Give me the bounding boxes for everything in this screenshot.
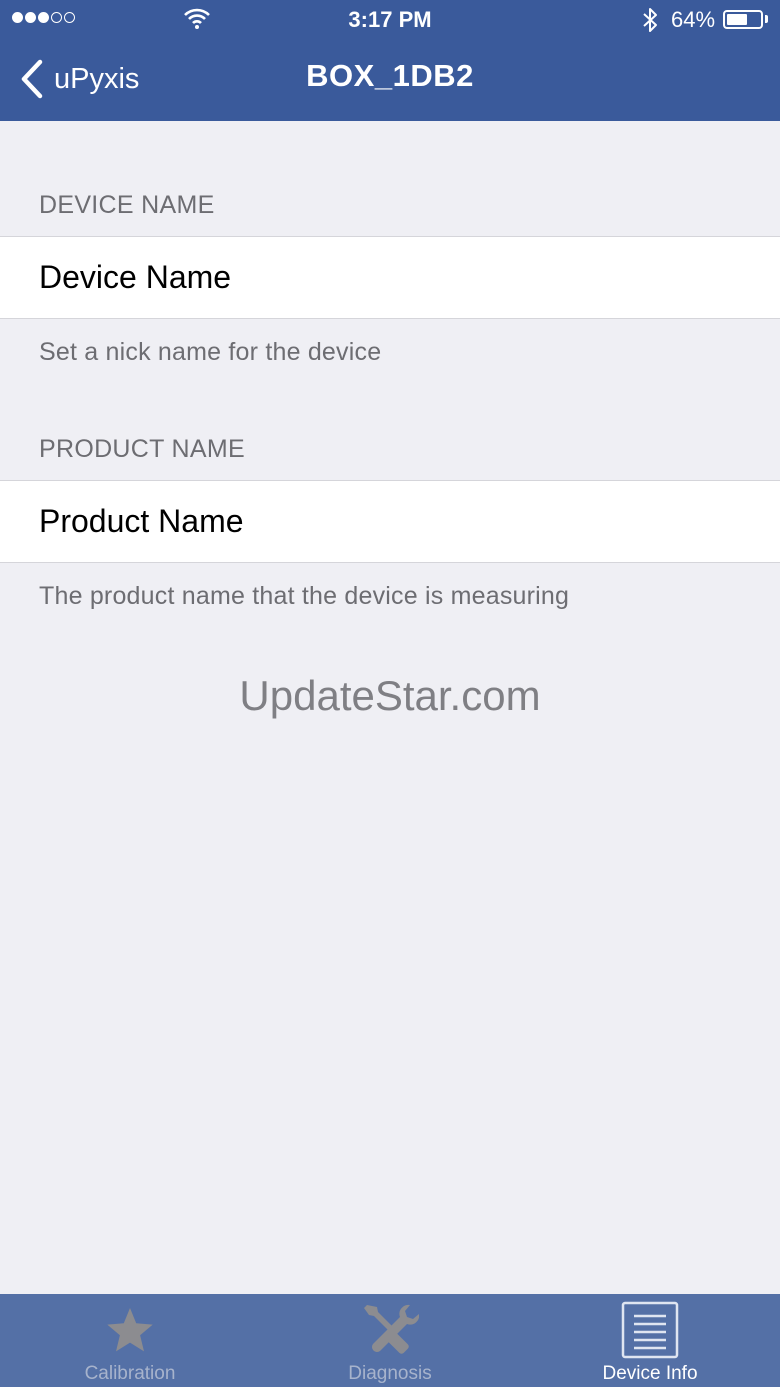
battery-percent: 64% (671, 7, 716, 32)
product-name-cell[interactable] (0, 480, 780, 563)
device-name-cell[interactable] (0, 236, 780, 319)
list-icon (621, 1301, 679, 1359)
device-name-footer: Set a nick name for the device (39, 338, 382, 366)
tab-diagnosis[interactable]: Diagnosis (260, 1294, 520, 1387)
battery-icon (723, 10, 763, 29)
product-name-footer: The product name that the device is meas… (39, 582, 570, 610)
tab-device-info[interactable]: Device Info (520, 1294, 780, 1387)
tab-label-calibration: Calibration (84, 1363, 176, 1384)
tools-icon (364, 1304, 419, 1354)
section-header-device-name: DEVICE NAME (39, 191, 215, 219)
tab-bar: Calibration Diagnosis Device Info (0, 1294, 780, 1387)
watermark: UpdateStar.com (239, 672, 541, 719)
page-title: BOX_1DB2 (306, 58, 474, 93)
tab-calibration[interactable]: Calibration (0, 1294, 260, 1387)
status-bar: 3:17 PM 64% (0, 0, 780, 40)
tab-label-device-info: Device Info (602, 1363, 698, 1384)
product-name-field[interactable] (39, 481, 759, 562)
navigation-header: 3:17 PM 64% uPyxis BOX_1DB2 (0, 0, 780, 121)
tab-label-diagnosis: Diagnosis (348, 1363, 432, 1384)
star-icon (107, 1308, 153, 1352)
bluetooth-icon (643, 8, 657, 32)
status-time: 3:17 PM (348, 7, 432, 32)
device-name-field[interactable] (39, 237, 759, 318)
section-header-product-name: PRODUCT NAME (39, 435, 245, 463)
battery-tip (765, 15, 768, 23)
